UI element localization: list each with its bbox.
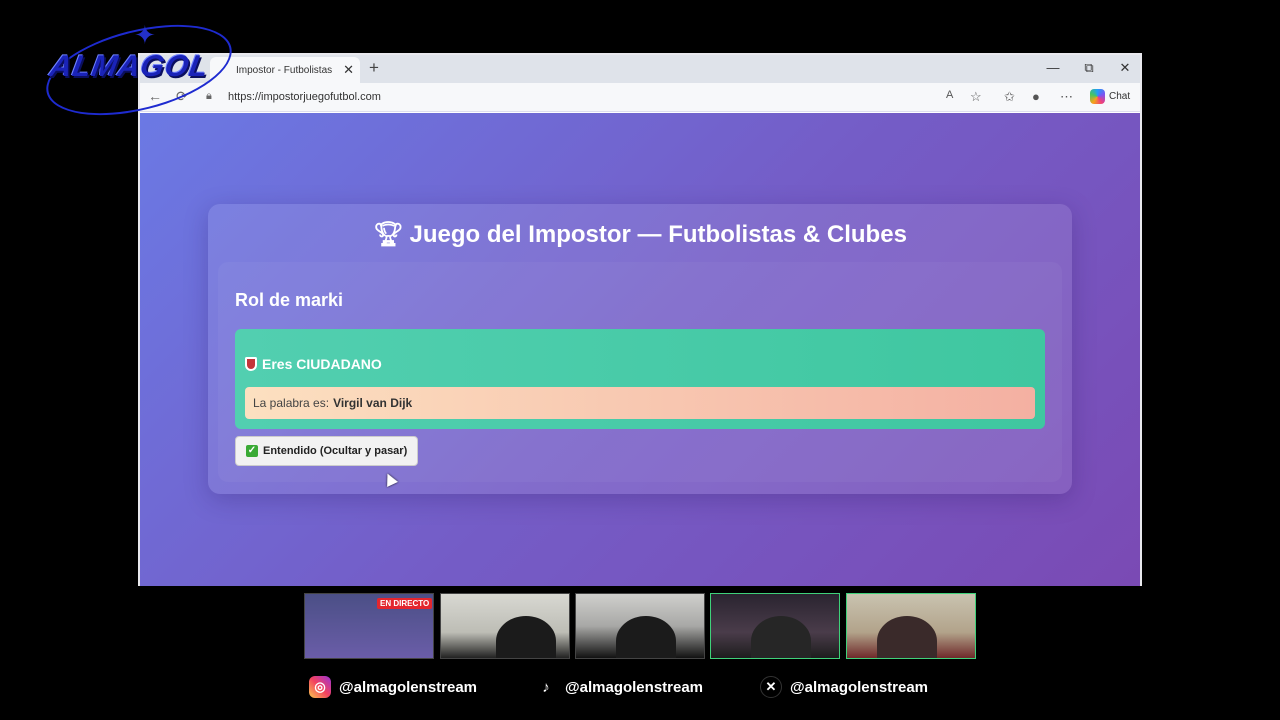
game-card: 🏆︎ Juego del Impostor — Futbolistas & Clu… <box>208 204 1072 494</box>
instagram-icon: ◎ <box>309 676 331 698</box>
shield-icon <box>245 357 257 371</box>
webcam-2 <box>440 593 570 659</box>
webcam-4 <box>710 593 840 659</box>
logo-star-icon: ✦ <box>134 20 156 50</box>
tab-title: Impostor - Futbolistas y <box>236 64 334 76</box>
read-aloud-icon[interactable]: A <box>946 89 953 101</box>
word-prefix: La palabra es: <box>253 396 330 410</box>
more-menu-icon[interactable]: ⋯ <box>1060 89 1073 105</box>
copilot-chat-button[interactable]: Chat <box>1090 89 1130 104</box>
webcam-5 <box>846 593 976 659</box>
confirm-button-label: Entendido (Ocultar y pasar) <box>263 445 408 457</box>
trophy-icon: 🏆︎ <box>373 221 404 248</box>
stream-frame: Impostor - Futbolistas y ✕ + — ⧉ ✕ ← ⟳ 🔒… <box>0 0 1280 720</box>
instagram-handle: @almagolenstream <box>339 678 478 696</box>
role-box: Eres CIUDADANO La palabra es: Virgil van… <box>235 329 1045 429</box>
page-viewport: 🏆︎ Juego del Impostor — Futbolistas & Clu… <box>140 113 1140 586</box>
role-label-text: Eres CIUDADANO <box>262 356 382 372</box>
favorites-icon[interactable]: ✩ <box>1004 89 1015 105</box>
x-handle: @almagolenstream <box>790 678 929 696</box>
logo-text: ALMAGOL <box>47 50 212 83</box>
copilot-icon <box>1090 89 1105 104</box>
live-badge: EN DIRECTO <box>377 598 433 609</box>
person-silhouette <box>616 616 676 658</box>
role-label: Eres CIUDADANO <box>245 356 382 372</box>
close-window-icon[interactable]: ✕ <box>1115 60 1135 76</box>
secret-word-box: La palabra es: Virgil van Dijk <box>245 387 1035 419</box>
role-heading: Rol de marki <box>235 290 344 310</box>
browser-window: Impostor - Futbolistas y ✕ + — ⧉ ✕ ← ⟳ 🔒… <box>138 53 1142 586</box>
close-tab-icon[interactable]: ✕ <box>343 62 354 78</box>
confirm-hide-button[interactable]: ✓ Entendido (Ocultar y pasar) <box>235 436 419 466</box>
role-panel: Rol de marki Eres CIUDADANO La palabra e… <box>218 262 1062 482</box>
stream-logo: ✦ ALMAGOL <box>37 8 244 132</box>
webcam-screen-share: EN DIRECTO <box>304 593 434 659</box>
social-tiktok: ♪ @almagolenstream <box>535 676 703 698</box>
favorite-star-icon[interactable]: ☆ <box>970 89 982 105</box>
secret-word: Virgil van Dijk <box>333 396 413 410</box>
page-title-text: Juego del Impostor — Futbolistas & Clube… <box>409 221 907 248</box>
tiktok-handle: @almagolenstream <box>565 678 704 696</box>
tiktok-icon: ♪ <box>535 676 557 698</box>
check-icon: ✓ <box>246 445 258 457</box>
url-field[interactable]: https://impostorjuegofutbol.com <box>228 91 381 103</box>
social-instagram: ◎ @almagolenstream <box>309 676 477 698</box>
x-logo-icon: ✕ <box>760 676 782 698</box>
social-x: ✕ @almagolenstream <box>760 676 928 698</box>
profile-avatar-icon[interactable]: ● <box>1032 89 1040 104</box>
minimize-icon[interactable]: — <box>1043 60 1063 75</box>
person-silhouette <box>877 616 937 658</box>
new-tab-icon[interactable]: + <box>369 58 379 78</box>
webcam-3 <box>575 593 705 659</box>
person-silhouette <box>751 616 811 658</box>
page-title: 🏆︎ Juego del Impostor — Futbolistas & Clu… <box>208 220 1072 249</box>
address-bar: ← ⟳ 🔒︎ https://impostorjuegofutbol.com A… <box>140 83 1140 112</box>
restore-icon[interactable]: ⧉ <box>1079 60 1099 76</box>
tab-bar: Impostor - Futbolistas y ✕ + — ⧉ ✕ <box>140 55 1140 83</box>
person-silhouette <box>496 616 556 658</box>
chat-label: Chat <box>1109 91 1131 102</box>
